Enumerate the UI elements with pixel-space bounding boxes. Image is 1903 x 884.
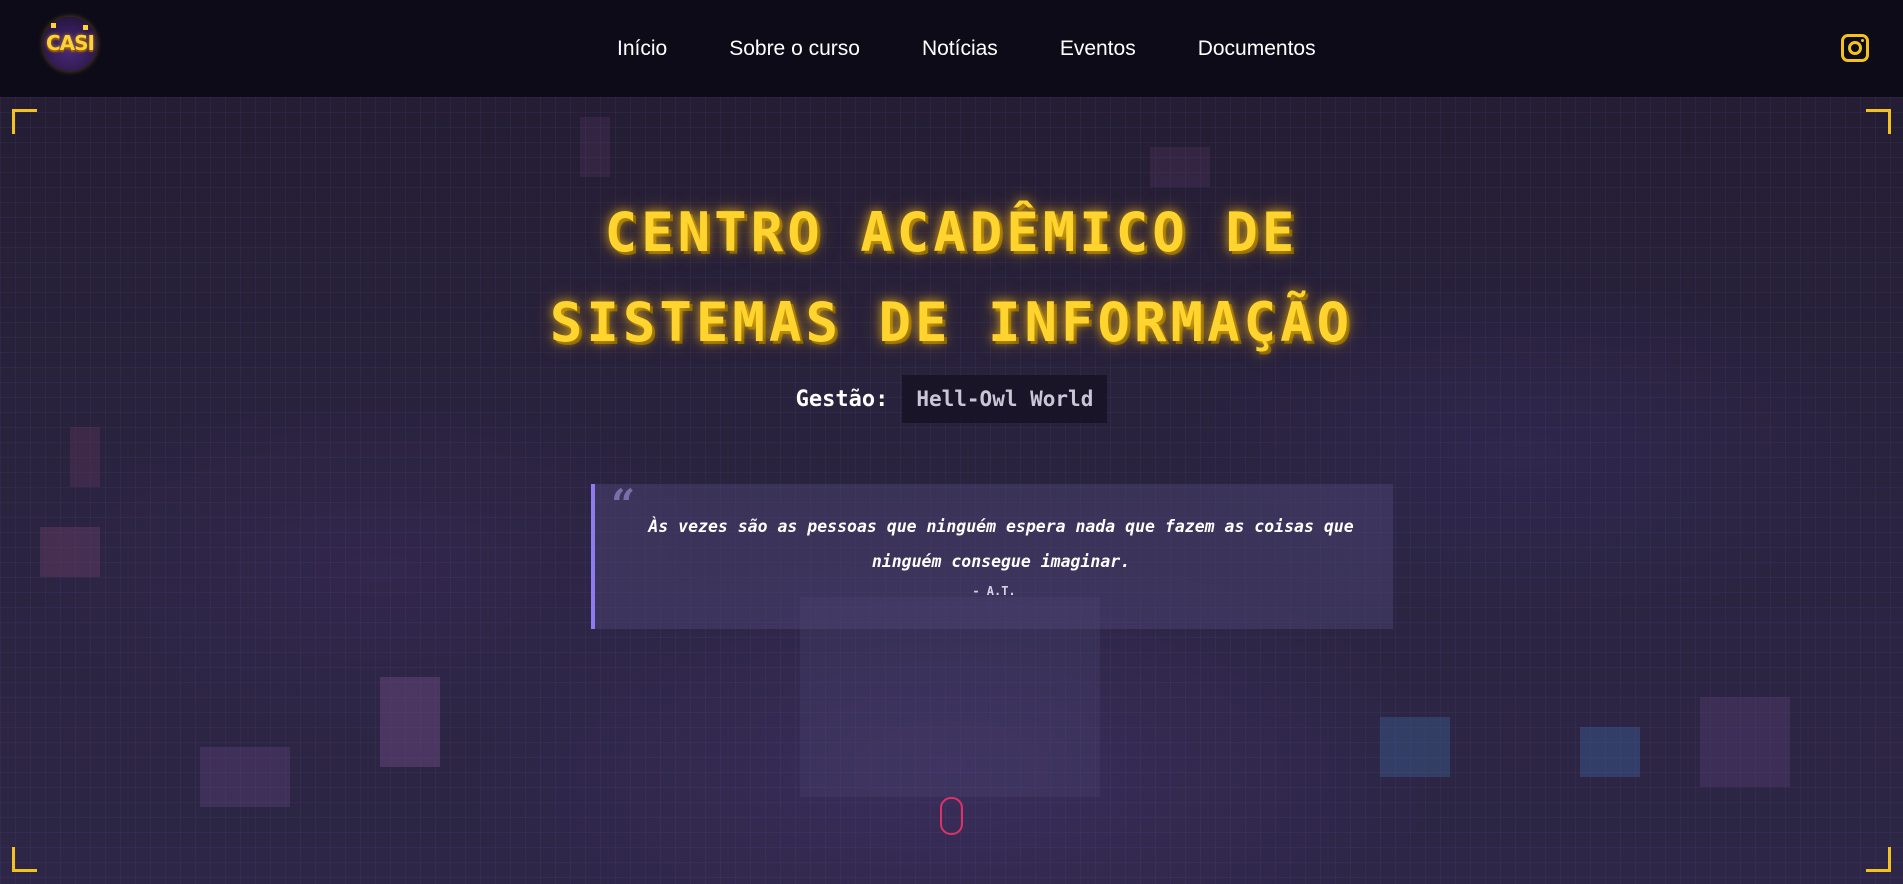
logo-star-decoration <box>51 23 56 28</box>
nav-link-inicio[interactable]: Início <box>617 33 667 65</box>
quote-text: Às vezes são as pessoas que ninguém espe… <box>648 517 1354 571</box>
gestao-row: Gestão: Hell-Owl World <box>0 375 1903 423</box>
quote-author: - A.T. <box>972 584 1016 598</box>
hero-title-line-2: SISTEMAS DE INFORMAÇÃO <box>549 291 1354 355</box>
pixel-decoration <box>580 117 610 177</box>
nav-link-documentos[interactable]: Documentos <box>1198 33 1316 65</box>
gestao-name: Hell-Owl World <box>902 375 1108 423</box>
pixel-decoration <box>200 747 290 807</box>
nav-link-noticias[interactable]: Notícias <box>922 33 998 65</box>
pixel-decoration <box>1380 717 1450 777</box>
casi-logo[interactable]: CASI <box>43 17 97 71</box>
navbar: CASI Início Sobre o curso Notícias Event… <box>0 0 1903 97</box>
main-nav: Início Sobre o curso Notícias Eventos Do… <box>617 33 1316 65</box>
gestao-label: Gestão: <box>795 386 889 412</box>
pixel-decoration <box>380 677 440 767</box>
corner-bracket-top-right <box>1866 109 1891 134</box>
logo-text: CASI <box>45 31 95 55</box>
pixel-decoration <box>1150 147 1210 187</box>
pixel-decoration <box>40 527 100 577</box>
corner-bracket-top-left <box>12 109 37 134</box>
pixel-decoration <box>1700 697 1790 787</box>
mouse-scroll-icon[interactable] <box>940 797 963 835</box>
pixel-decoration <box>1580 727 1640 777</box>
hero-title-line-1: CENTRO ACADÊMICO DE <box>604 201 1299 265</box>
nav-link-sobre-o-curso[interactable]: Sobre o curso <box>729 33 860 65</box>
pixel-decoration <box>70 427 100 487</box>
nav-link-eventos[interactable]: Eventos <box>1060 33 1136 65</box>
instagram-icon[interactable] <box>1841 34 1869 62</box>
quote-block: “ Às vezes são as pessoas que ninguém es… <box>591 484 1393 629</box>
hero-title: CENTRO ACADÊMICO DE SISTEMAS DE INFORMAÇ… <box>0 188 1903 368</box>
corner-bracket-bottom-left <box>12 847 37 872</box>
corner-bracket-bottom-right <box>1866 847 1891 872</box>
logo-star-decoration <box>83 25 88 30</box>
